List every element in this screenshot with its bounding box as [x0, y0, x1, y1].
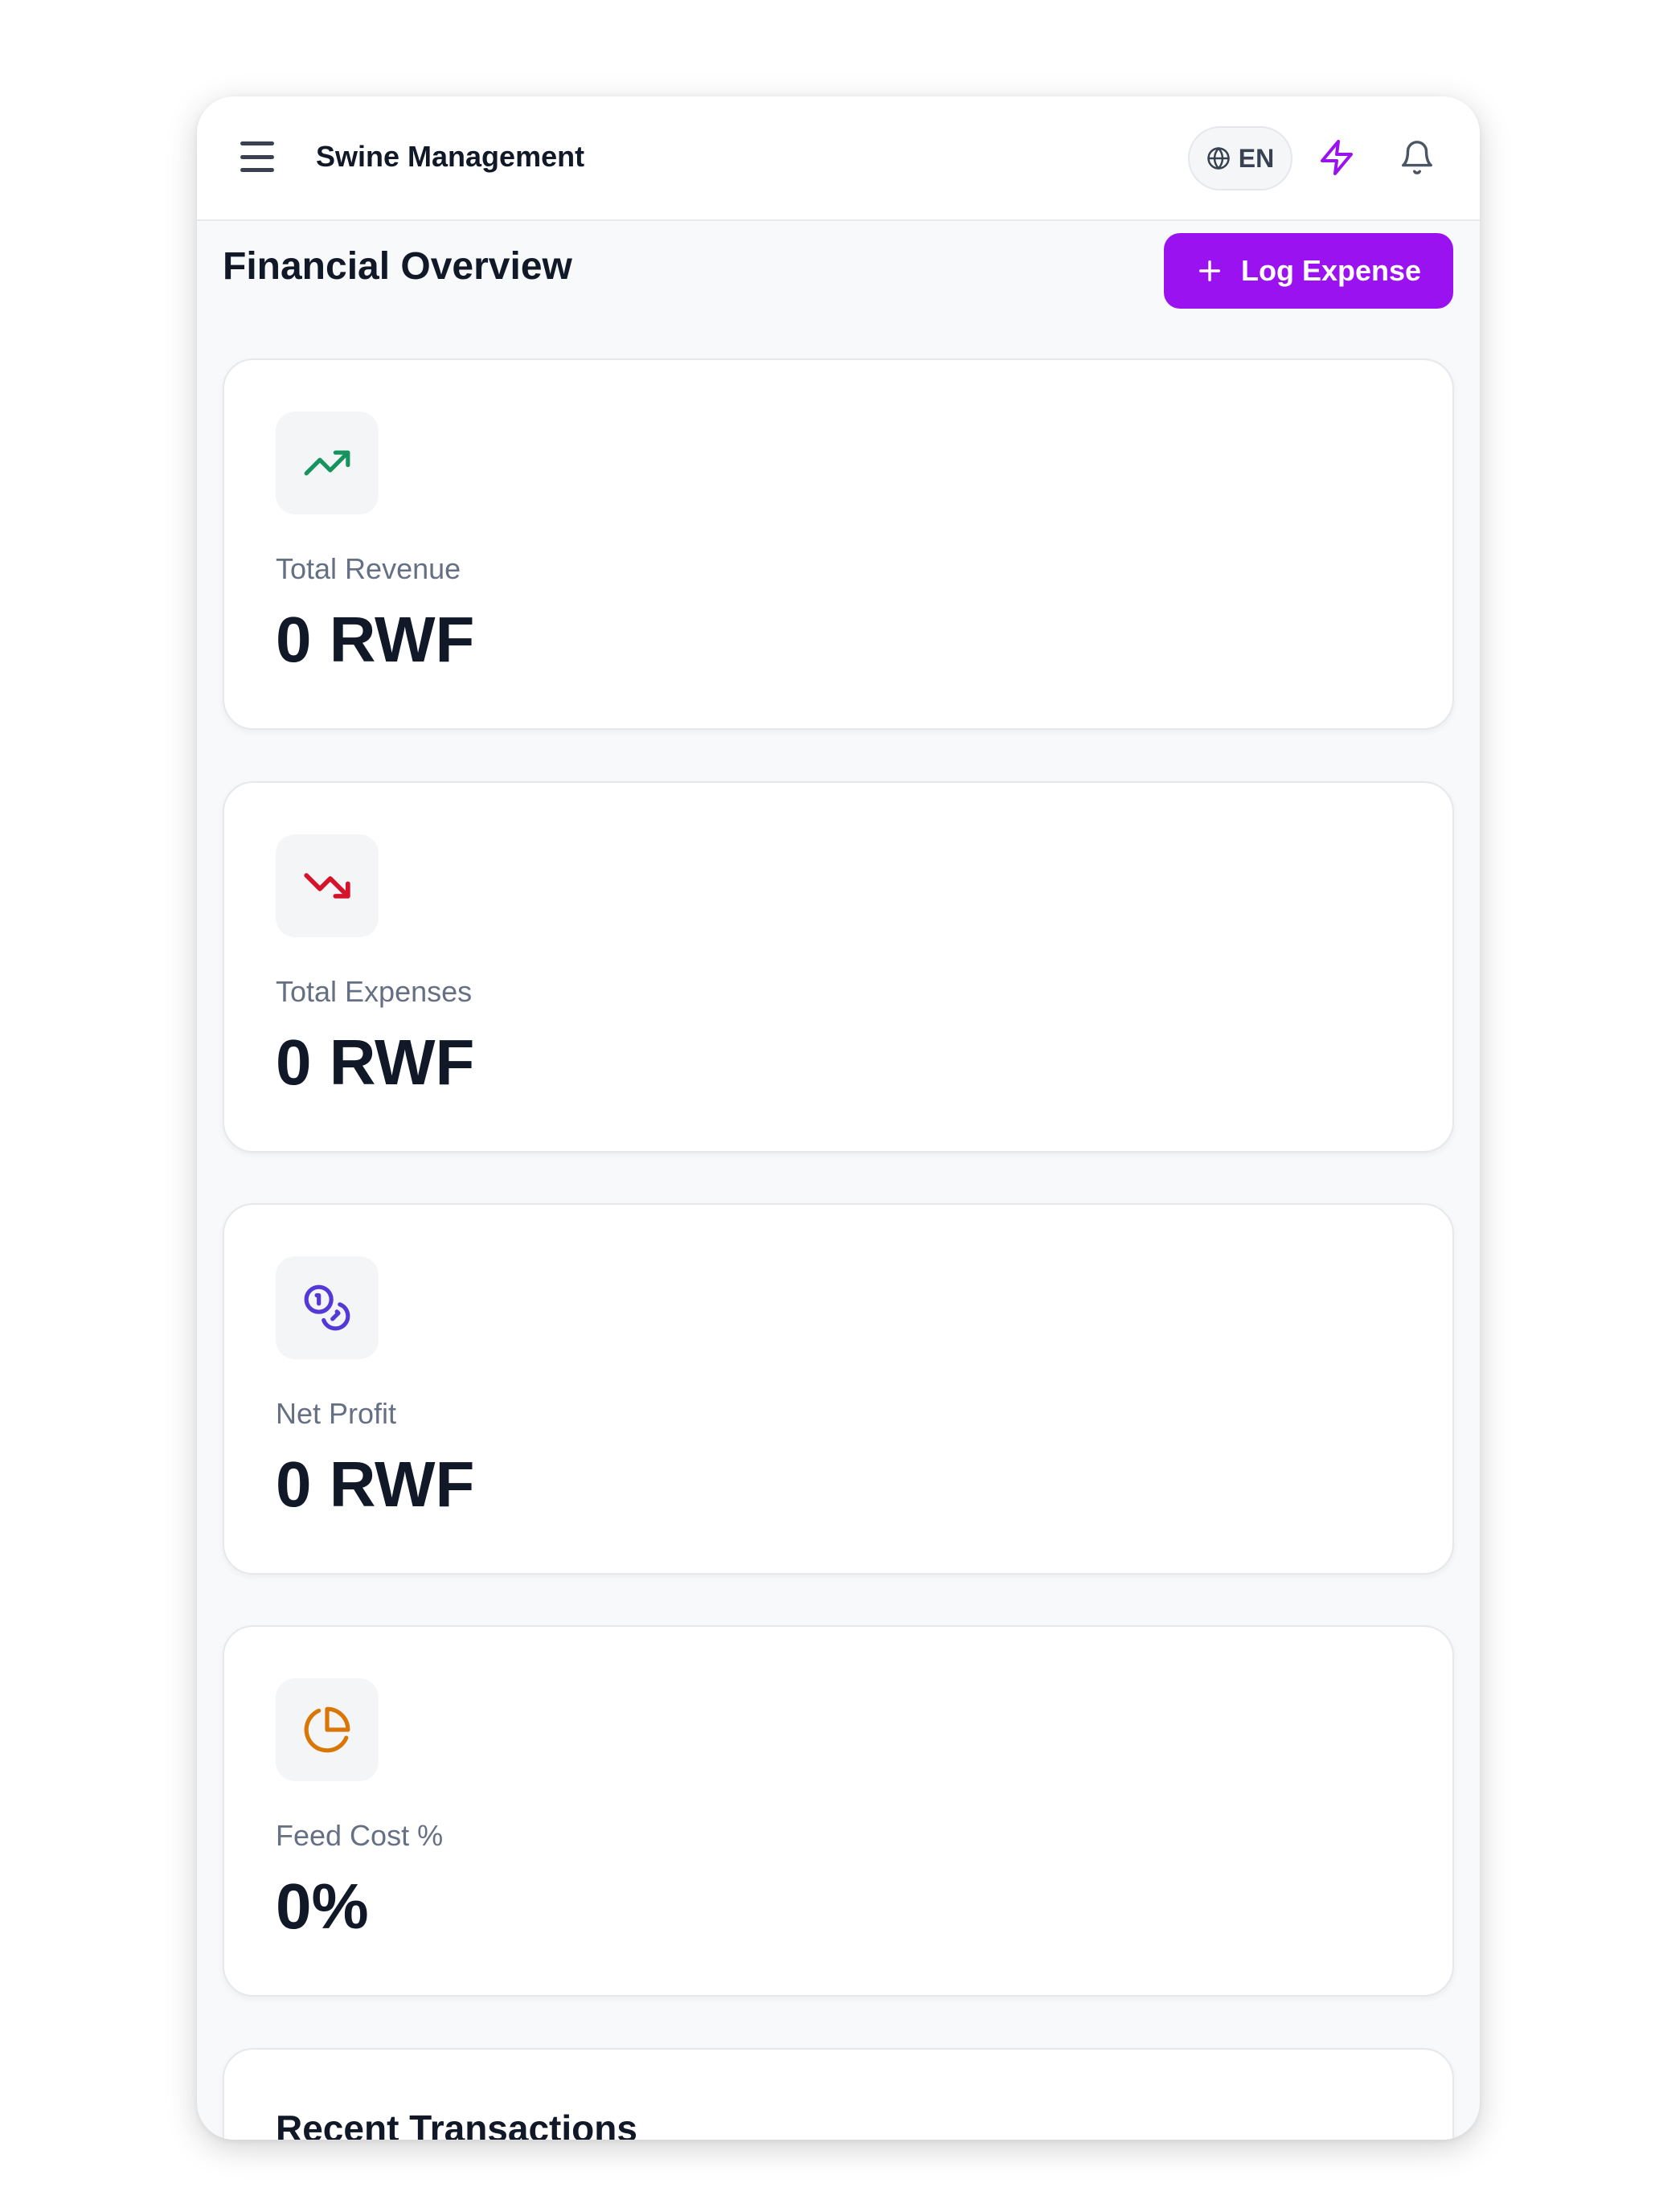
app-title: Swine Management	[316, 140, 585, 173]
trending-down-icon	[304, 873, 350, 899]
notifications-button[interactable]	[1395, 135, 1440, 180]
stat-value: 0%	[276, 1870, 369, 1942]
bell-icon	[1402, 141, 1432, 174]
stat-card-total-revenue: Total Revenue 0 RWF	[223, 358, 1454, 730]
language-switcher[interactable]: EN	[1188, 126, 1292, 190]
icon-container	[276, 412, 379, 514]
menu-line	[240, 141, 274, 145]
log-expense-button[interactable]: Log Expense	[1164, 233, 1453, 309]
stat-card-total-expenses: Total Expenses 0 RWF	[223, 781, 1454, 1153]
icon-container	[276, 834, 379, 937]
quick-actions-button[interactable]	[1314, 135, 1359, 180]
lightning-bolt-icon	[1321, 140, 1353, 175]
menu-icon[interactable]	[239, 138, 276, 175]
stat-label: Net Profit	[276, 1397, 397, 1430]
pie-chart-icon	[304, 1706, 350, 1753]
menu-line	[240, 168, 274, 172]
top-bar: Swine Management EN	[197, 96, 1480, 221]
icon-container	[276, 1678, 379, 1781]
recent-transactions-card: Recent Transactions	[223, 2048, 1454, 2140]
stat-value: 0 RWF	[276, 1448, 475, 1520]
globe-icon	[1207, 147, 1230, 170]
app-frame: Swine Management EN Financial Overview L…	[197, 96, 1480, 2140]
stat-label: Feed Cost %	[276, 1819, 444, 1852]
menu-line	[240, 154, 274, 159]
coins-icon	[304, 1284, 350, 1331]
trending-up-icon	[304, 450, 350, 476]
stat-card-net-profit: Net Profit 0 RWF	[223, 1203, 1454, 1575]
stat-label: Total Revenue	[276, 552, 461, 585]
recent-transactions-title: Recent Transactions	[276, 2108, 637, 2140]
stat-card-feed-cost: Feed Cost % 0%	[223, 1625, 1454, 1997]
stat-value: 0 RWF	[276, 604, 475, 675]
icon-container	[276, 1256, 379, 1359]
log-expense-label: Log Expense	[1240, 254, 1422, 287]
page-title: Financial Overview	[223, 245, 572, 288]
stat-label: Total Expenses	[276, 975, 473, 1008]
language-label: EN	[1238, 143, 1275, 173]
plus-icon	[1198, 260, 1221, 282]
stat-value: 0 RWF	[276, 1026, 475, 1098]
